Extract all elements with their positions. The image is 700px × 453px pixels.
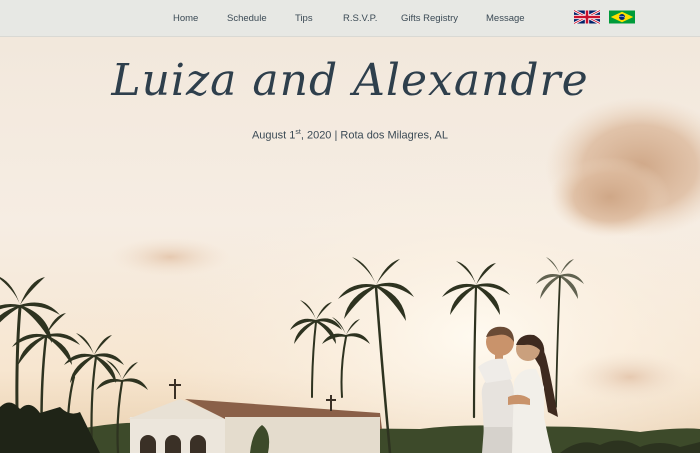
couple-names-title: Luiza and Alexandre (111, 55, 589, 106)
nav-gifts-registry[interactable]: Gifts Registry (401, 13, 458, 24)
top-navigation-bar: Home Schedule Tips R.S.V.P. Gifts Regist… (0, 0, 700, 37)
nav-message[interactable]: Message (486, 13, 525, 24)
nav-schedule[interactable]: Schedule (227, 13, 267, 24)
main-nav: Home Schedule Tips R.S.V.P. Gifts Regist… (0, 0, 700, 37)
nav-home[interactable]: Home (173, 13, 198, 24)
event-date-location: August 1st, 2020 | Rota dos Milagres, AL (0, 129, 700, 142)
event-location: , 2020 | Rota dos Milagres, AL (300, 129, 449, 142)
event-date: August 1 (251, 129, 296, 142)
uk-flag-icon[interactable] (574, 10, 600, 24)
nav-tips[interactable]: Tips (295, 13, 313, 24)
nav-rsvp[interactable]: R.S.V.P. (343, 13, 377, 24)
brazil-flag-icon[interactable] (609, 10, 635, 24)
